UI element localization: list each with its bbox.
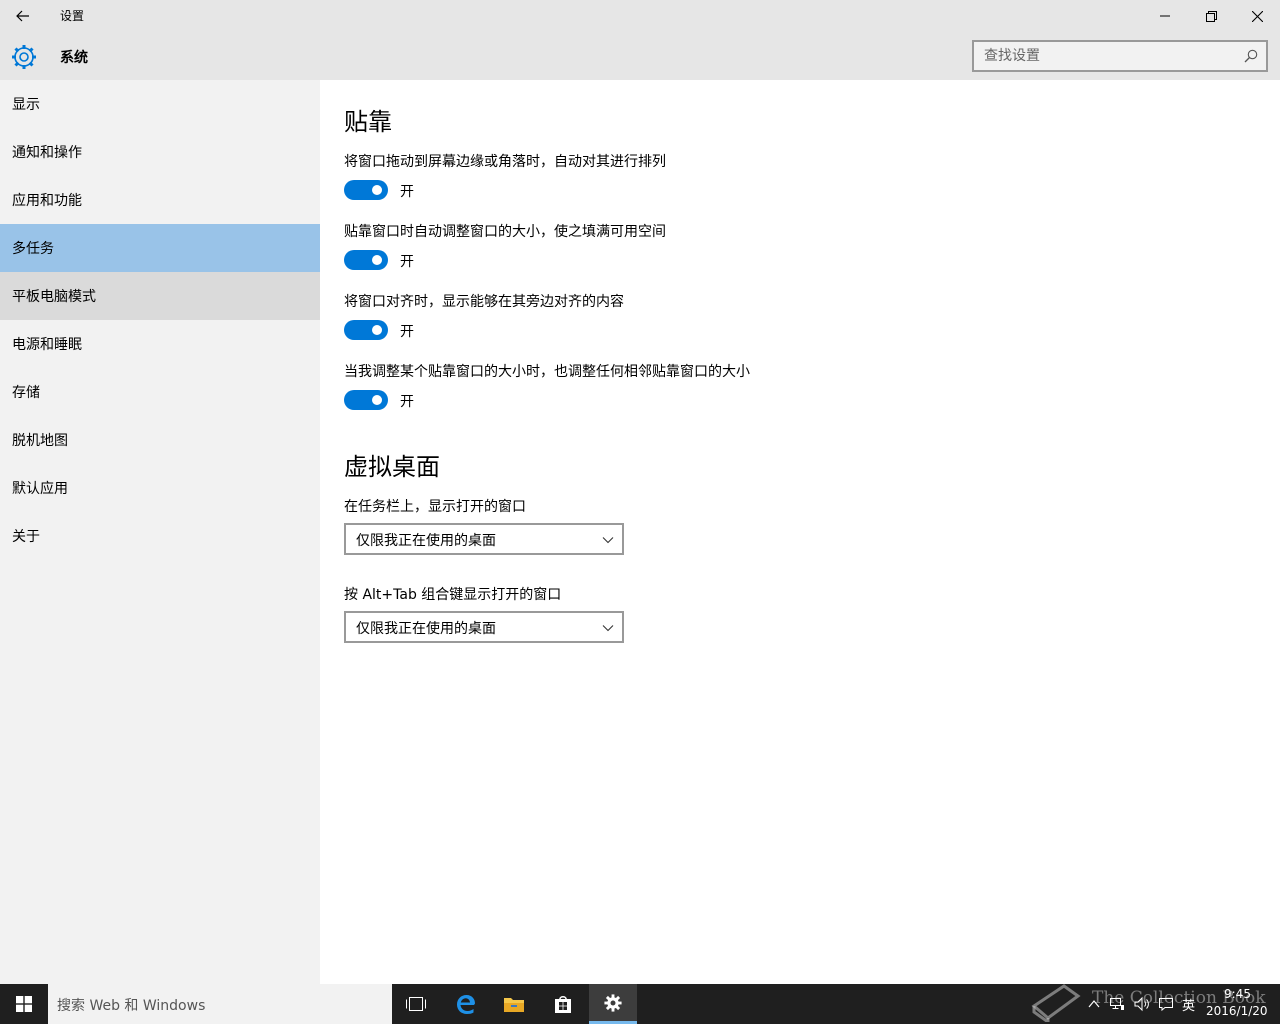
volume-icon[interactable]: [1134, 996, 1150, 1012]
chevron-down-icon: [602, 625, 614, 632]
taskbar-search-placeholder: 搜索 Web 和 Windows: [57, 998, 206, 1014]
search-box[interactable]: [972, 40, 1268, 72]
sidebar-item-label: 脱机地图: [12, 433, 68, 449]
sidebar-item-label: 通知和操作: [12, 145, 82, 161]
minimize-button[interactable]: [1142, 0, 1188, 32]
sidebar-item-power-sleep[interactable]: 电源和睡眠: [0, 320, 320, 368]
search-input[interactable]: [974, 42, 1234, 70]
taskbar-windows-label: 在任务栏上，显示打开的窗口: [344, 499, 526, 515]
alttab-windows-label: 按 Alt+Tab 组合键显示打开的窗口: [344, 587, 562, 603]
window-title: 设置: [60, 9, 85, 23]
toggle-state-label: 开: [400, 254, 414, 270]
taskbar: 搜索 Web 和 Windows The Collection Book 英 9…: [0, 984, 1280, 1024]
taskbar-settings-button[interactable]: [589, 984, 637, 1024]
close-button[interactable]: [1234, 0, 1280, 32]
taskbar-file-explorer-button[interactable]: [490, 984, 538, 1024]
toggle-knob: [372, 325, 382, 335]
virtual-desktops-section-title: 虚拟桌面: [344, 453, 440, 481]
settings-header: 系统: [0, 32, 1280, 80]
content-pane: 贴靠 将窗口拖动到屏幕边缘或角落时，自动对其进行排列 开 贴靠窗口时自动调整窗口…: [320, 80, 1280, 984]
dropdown-value: 仅限我正在使用的桌面: [356, 621, 496, 637]
sidebar-item-label: 电源和睡眠: [12, 337, 82, 353]
clock-time[interactable]: 9:45: [1224, 987, 1251, 1001]
close-icon: [1251, 10, 1263, 22]
windows-logo-icon: [16, 996, 32, 1012]
snap-assist-toggle[interactable]: [344, 320, 388, 340]
taskbar-search-box[interactable]: 搜索 Web 和 Windows: [48, 984, 392, 1024]
dropdown-value: 仅限我正在使用的桌面: [356, 533, 496, 549]
sidebar-item-label: 应用和功能: [12, 193, 82, 209]
back-button[interactable]: [4, 0, 42, 32]
title-bar: 设置: [0, 0, 1280, 32]
toggle-knob: [372, 185, 382, 195]
edge-browser-icon: [457, 995, 475, 1014]
start-button[interactable]: [0, 984, 48, 1024]
book-watermark-icon: [1031, 984, 1081, 1022]
snap-setting-label: 将窗口对齐时，显示能够在其旁边对齐的内容: [344, 294, 624, 310]
search-icon[interactable]: [1244, 49, 1258, 63]
action-center-icon[interactable]: [1158, 996, 1174, 1012]
gear-icon: [604, 993, 622, 1012]
toggle-knob: [372, 255, 382, 265]
snap-section-title: 贴靠: [344, 108, 392, 136]
sidebar-item-label: 多任务: [12, 241, 54, 257]
folder-icon: [504, 998, 524, 1012]
sidebar-item-apps[interactable]: 应用和功能: [0, 176, 320, 224]
sidebar: 显示 通知和操作 应用和功能 多任务 平板电脑模式 电源和睡眠 存储 脱机地图 …: [0, 80, 320, 984]
task-view-button[interactable]: [392, 984, 440, 1024]
input-language-indicator[interactable]: 英: [1182, 995, 1195, 1014]
gear-icon: [12, 45, 36, 69]
snap-setting-label: 当我调整某个贴靠窗口的大小时，也调整任何相邻贴靠窗口的大小: [344, 364, 750, 380]
sidebar-item-notifications[interactable]: 通知和操作: [0, 128, 320, 176]
snap-arrange-toggle[interactable]: [344, 180, 388, 200]
toggle-state-label: 开: [400, 184, 414, 200]
taskbar-windows-dropdown[interactable]: 仅限我正在使用的桌面: [344, 523, 624, 555]
clock-date[interactable]: 2016/1/20: [1206, 1004, 1268, 1018]
taskbar-store-button[interactable]: [539, 984, 587, 1024]
restore-button[interactable]: [1188, 0, 1234, 32]
snap-setting-label: 贴靠窗口时自动调整窗口的大小，使之填满可用空间: [344, 224, 666, 240]
sidebar-item-label: 存储: [12, 385, 40, 401]
toggle-state-label: 开: [400, 324, 414, 340]
snap-setting-label: 将窗口拖动到屏幕边缘或角落时，自动对其进行排列: [344, 154, 666, 170]
task-view-icon: [406, 997, 426, 1011]
sidebar-item-display[interactable]: 显示: [0, 80, 320, 128]
taskbar-edge-button[interactable]: [442, 984, 490, 1024]
network-icon[interactable]: [1109, 996, 1125, 1012]
snap-resize-adjacent-toggle[interactable]: [344, 390, 388, 410]
toggle-state-label: 开: [400, 394, 414, 410]
sidebar-item-label: 关于: [12, 529, 40, 545]
toggle-knob: [372, 395, 382, 405]
sidebar-item-multitasking[interactable]: 多任务: [0, 224, 320, 272]
store-bag-icon: [555, 996, 571, 1013]
sidebar-item-storage[interactable]: 存储: [0, 368, 320, 416]
show-hidden-icons-chevron-icon[interactable]: [1086, 996, 1102, 1012]
snap-fill-toggle[interactable]: [344, 250, 388, 270]
back-arrow-icon: [16, 10, 29, 22]
sidebar-item-tablet-mode[interactable]: 平板电脑模式: [0, 272, 320, 320]
restore-icon: [1205, 10, 1217, 22]
minimize-icon: [1160, 15, 1170, 17]
sidebar-item-label: 默认应用: [12, 481, 68, 497]
alttab-windows-dropdown[interactable]: 仅限我正在使用的桌面: [344, 611, 624, 643]
sidebar-item-default-apps[interactable]: 默认应用: [0, 464, 320, 512]
sidebar-item-offline-maps[interactable]: 脱机地图: [0, 416, 320, 464]
page-title: 系统: [60, 50, 88, 66]
sidebar-item-about[interactable]: 关于: [0, 512, 320, 560]
sidebar-item-label: 平板电脑模式: [12, 289, 96, 305]
chevron-down-icon: [602, 537, 614, 544]
sidebar-item-label: 显示: [12, 97, 40, 113]
